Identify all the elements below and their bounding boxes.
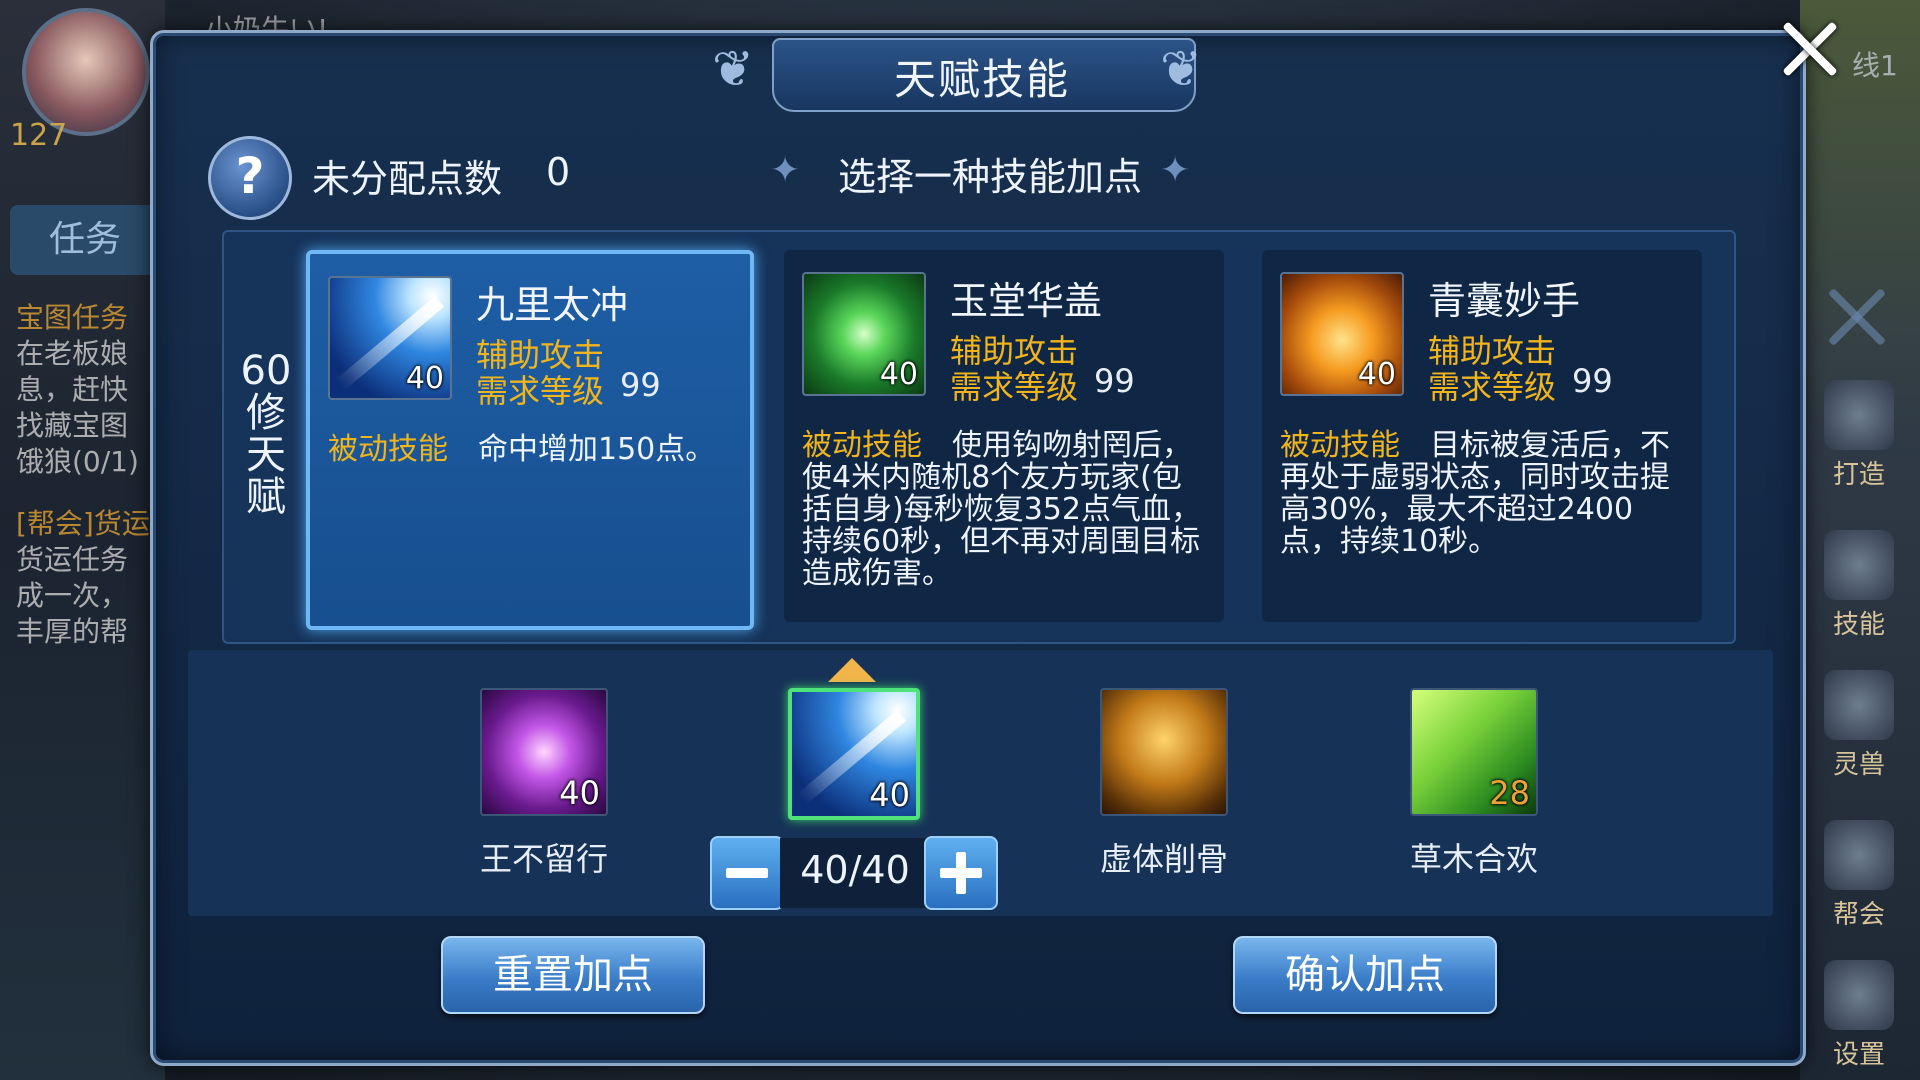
side-button-label: 灵兽 [1832, 750, 1885, 780]
talent-card-yutanghuagai[interactable]: 40 玉堂华盖 辅助攻击 需求等级 99 被动技能 使用钩吻射罔后，使4米内随机… [784, 250, 1224, 622]
hint-ornament-left-icon: ✦ [770, 150, 801, 191]
leaves-icon: 28 [1410, 688, 1538, 816]
task-line: 找藏宝图 [16, 409, 129, 442]
side-button-label: 技能 [1832, 610, 1885, 640]
skill-name: 草木合欢 [1409, 840, 1538, 878]
green-clover-icon: 40 [802, 272, 926, 396]
selected-arrow-icon [828, 658, 876, 682]
close-faded-icon [1822, 282, 1892, 352]
talent-req-value: 99 [620, 366, 661, 404]
line-label: 线1 [1852, 49, 1898, 82]
talent-description: 被动技能 目标被复活后，不再处于虚弱状态，同时攻击提高30%，最大不超过2400… [1280, 430, 1685, 558]
gear-icon [1824, 960, 1894, 1030]
task-line: [帮会]货运 [16, 507, 150, 540]
kneeling-figure-icon [1100, 688, 1228, 816]
talent-desc-text: 命中增加150点。 [478, 432, 716, 467]
hammer-icon [1824, 380, 1894, 450]
player-avatar[interactable] [22, 8, 150, 136]
passive-label: 被动技能 [802, 428, 922, 463]
close-icon[interactable] [1778, 18, 1840, 80]
talent-level: 40 [879, 357, 918, 392]
side-button-pet[interactable]: 灵兽 [1816, 670, 1902, 781]
selection-hint: 选择一种技能加点 [838, 155, 1143, 199]
talent-description: 被动技能 命中增加150点。 [328, 434, 733, 466]
skill-wangbuliuxing[interactable]: 40 王不留行 [454, 688, 634, 880]
reset-points-button[interactable]: 重置加点 [441, 936, 705, 1014]
side-button-label: 设置 [1832, 1040, 1885, 1070]
skill-xutixuegu[interactable]: 虚体削骨 [1074, 688, 1254, 880]
points-stepper-value: 40/40 [800, 848, 910, 892]
lightning-hand-icon: 40 [480, 688, 608, 816]
task-line: 宝图任务 [16, 301, 129, 334]
passive-label: 被动技能 [1280, 428, 1400, 463]
task-list[interactable]: 宝图任务 在老板娘 息，赶快 找藏宝图 饿狼(0/1) [帮会]货运 货运任务 … [16, 300, 161, 650]
light-beam-icon: 40 [788, 688, 920, 820]
tier-label: 60修天赋 [240, 348, 292, 520]
help-button[interactable]: ? [208, 136, 292, 220]
skill-level: 40 [869, 776, 910, 814]
task-tab[interactable]: 任务 [10, 205, 160, 275]
side-button-skill[interactable]: 技能 [1816, 530, 1902, 641]
side-button-guild[interactable]: 帮会 [1816, 820, 1902, 931]
task-line: 成一次， [16, 579, 129, 612]
task-line: 饿狼(0/1) [16, 445, 139, 478]
increase-button[interactable] [924, 836, 998, 910]
talent-req-label: 需求等级 [950, 368, 1079, 406]
scroll-icon [1824, 820, 1894, 890]
talent-name: 九里太冲 [476, 283, 629, 327]
passive-label: 被动技能 [328, 432, 448, 467]
talent-card-qingnangmiaoshou[interactable]: 40 青囊妙手 辅助攻击 需求等级 99 被动技能 目标被复活后，不再处于虚弱状… [1262, 250, 1702, 622]
side-button-label: 帮会 [1832, 900, 1885, 930]
talent-card-jiulitaichong[interactable]: 40 九里太冲 辅助攻击 需求等级 99 被动技能 命中增加150点。 [306, 250, 754, 630]
skill-name: 王不留行 [479, 840, 608, 878]
skill-level: 40 [559, 774, 600, 812]
side-button-settings[interactable]: 设置 [1816, 960, 1902, 1071]
pet-icon [1824, 670, 1894, 740]
skill-caomuhehuan[interactable]: 28 草木合欢 [1384, 688, 1564, 880]
talent-level: 40 [1357, 357, 1396, 392]
hint-ornament-right-icon: ✦ [1160, 150, 1191, 191]
confirm-points-button[interactable]: 确认加点 [1233, 936, 1497, 1014]
task-line: 货运任务 [16, 543, 129, 576]
talent-req-label: 需求等级 [1428, 368, 1557, 406]
side-button-forge[interactable]: 打造 [1816, 380, 1902, 491]
talent-level: 40 [405, 361, 444, 396]
glowing-hand-icon: 40 [1280, 272, 1404, 396]
skill-name: 虚体削骨 [1099, 840, 1228, 878]
skill-jiulitaichong[interactable]: 40 [764, 688, 944, 820]
decrease-button[interactable] [710, 836, 784, 910]
book-icon [1824, 530, 1894, 600]
talent-name: 玉堂华盖 [950, 279, 1103, 323]
talent-name: 青囊妙手 [1428, 279, 1581, 323]
talent-req-value: 99 [1094, 362, 1135, 400]
talent-req-label: 需求等级 [476, 372, 605, 410]
side-button-label: 打造 [1832, 460, 1885, 490]
task-line: 息，赶快 [16, 373, 129, 406]
talent-description: 被动技能 使用钩吻射罔后，使4米内随机8个友方玩家(包括自身)每秒恢复352点气… [802, 430, 1207, 590]
task-line: 丰厚的帮 [16, 615, 129, 648]
player-level: 127 [10, 118, 68, 153]
unallocated-points-value: 0 [546, 150, 571, 194]
light-beam-icon: 40 [328, 276, 452, 400]
unallocated-points-label: 未分配点数 [312, 157, 503, 201]
skill-level: 28 [1489, 774, 1530, 812]
dialog-title: 天赋技能 [893, 55, 1070, 104]
talent-req-value: 99 [1572, 362, 1613, 400]
task-line: 在老板娘 [16, 337, 129, 370]
